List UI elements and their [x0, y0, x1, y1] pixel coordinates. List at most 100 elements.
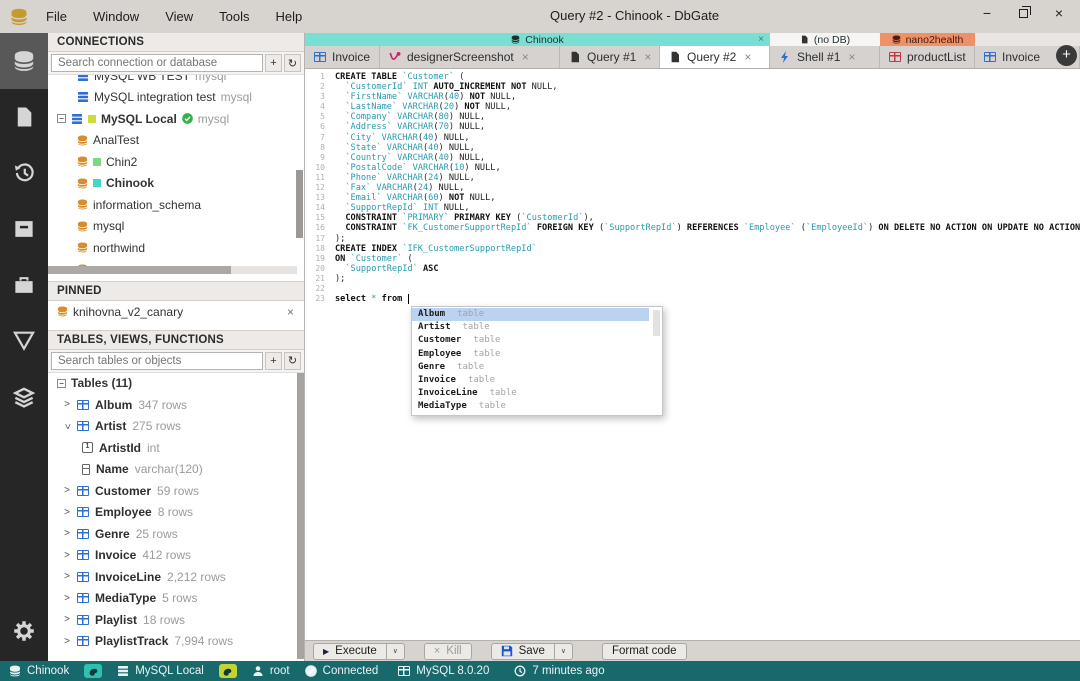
- table-icon: [984, 52, 996, 62]
- rail-connections-button[interactable]: [0, 33, 48, 89]
- execute-button[interactable]: ▶ Execute: [313, 642, 387, 660]
- database-cylinder-icon: [77, 156, 88, 167]
- sql-editor[interactable]: 1 CREATE TABLE `Customer` (2 `CustomerId`…: [305, 68, 1080, 640]
- chevron-down-icon[interactable]: >: [62, 422, 73, 430]
- table-row-invoiceline[interactable]: > InvoiceLine 2,212 rows: [48, 566, 304, 588]
- new-tab-button[interactable]: +: [1056, 45, 1077, 66]
- chevron-right-icon[interactable]: >: [63, 550, 71, 561]
- status-database[interactable]: Chinook: [9, 665, 69, 677]
- status-connection[interactable]: MySQL Local: [117, 665, 204, 677]
- table-row-artist[interactable]: > Artist 275 rows: [48, 416, 304, 438]
- chevron-right-icon[interactable]: >: [63, 636, 71, 647]
- autocomplete-item-artist[interactable]: Artist table: [412, 321, 649, 334]
- menu-help[interactable]: Help: [276, 9, 303, 24]
- database-item-analtest[interactable]: AnalTest: [48, 130, 304, 152]
- save-dropdown-button[interactable]: ∨: [554, 642, 573, 660]
- tab-shell-1[interactable]: Shell #1 ×: [770, 46, 880, 68]
- table-row-customer[interactable]: > Customer 59 rows: [48, 480, 304, 502]
- autocomplete-item-employee[interactable]: Employee table: [412, 348, 649, 361]
- connection-color-badge[interactable]: [218, 664, 237, 678]
- column-row-artistid[interactable]: ArtistId int: [48, 437, 304, 459]
- close-tab-icon[interactable]: ×: [848, 50, 855, 64]
- rail-settings-button[interactable]: [0, 603, 48, 659]
- tab-designerscreenshot[interactable]: designerScreenshot ×: [380, 46, 560, 68]
- database-cylinder-icon: [511, 35, 520, 44]
- chevron-right-icon[interactable]: >: [63, 593, 71, 604]
- format-code-button[interactable]: Format code: [601, 642, 687, 660]
- table-row-album[interactable]: > Album 347 rows: [48, 394, 304, 416]
- connections-search-input[interactable]: [51, 54, 263, 72]
- close-tab-icon[interactable]: ×: [644, 50, 651, 64]
- close-button[interactable]: ×: [1052, 5, 1066, 21]
- rail-plugins-button[interactable]: [0, 257, 48, 313]
- refresh-connections-button[interactable]: ↻: [284, 54, 301, 72]
- close-tab-icon[interactable]: ×: [522, 50, 529, 64]
- menu-window[interactable]: Window: [93, 9, 139, 24]
- close-group-icon[interactable]: ×: [758, 34, 764, 45]
- tables-root[interactable]: − Tables (11): [48, 373, 304, 395]
- execute-dropdown-button[interactable]: ∨: [386, 642, 405, 660]
- autocomplete-item-invoice[interactable]: Invoice table: [412, 374, 649, 387]
- chevron-right-icon[interactable]: >: [63, 507, 71, 518]
- menu-tools[interactable]: Tools: [219, 9, 249, 24]
- table-row-playlisttrack[interactable]: > PlaylistTrack 7,994 rows: [48, 631, 304, 653]
- rail-filter-button[interactable]: [0, 313, 48, 369]
- tab-query-1[interactable]: Query #1 ×: [560, 46, 660, 68]
- table-row-genre[interactable]: > Genre 25 rows: [48, 523, 304, 545]
- tab-query-2[interactable]: Query #2 ×: [660, 46, 770, 68]
- close-tab-icon[interactable]: ×: [744, 50, 751, 64]
- rail-layers-button[interactable]: [0, 369, 48, 425]
- menubar: File Window View Tools Help: [46, 9, 302, 24]
- tables-search-input[interactable]: [51, 351, 263, 370]
- rail-history-button[interactable]: [0, 145, 48, 201]
- horizontal-scrollbar[interactable]: [48, 266, 297, 274]
- database-color-badge[interactable]: [84, 664, 103, 678]
- minimize-button[interactable]: −: [980, 5, 994, 21]
- save-button[interactable]: Save: [490, 642, 555, 660]
- connection-item-mysql-local[interactable]: − MySQL Local mysql: [48, 108, 304, 130]
- chevron-right-icon[interactable]: >: [63, 485, 71, 496]
- archive-icon: [13, 218, 35, 240]
- database-item-mysql[interactable]: mysql: [48, 216, 304, 238]
- column-row-name[interactable]: Name varchar(120): [48, 459, 304, 481]
- table-row-employee[interactable]: > Employee 8 rows: [48, 502, 304, 524]
- database-item-chin2[interactable]: Chin2: [48, 151, 304, 173]
- tab-group-nodb[interactable]: (no DB): [770, 33, 880, 46]
- chevron-right-icon[interactable]: >: [63, 528, 71, 539]
- tab-invoice[interactable]: Invoice×: [305, 46, 380, 68]
- database-item-northwind[interactable]: northwind: [48, 237, 304, 259]
- chevron-right-icon[interactable]: >: [63, 614, 71, 625]
- database-item-information_schema[interactable]: information_schema: [48, 194, 304, 216]
- refresh-tables-button[interactable]: ↻: [284, 351, 301, 370]
- rail-files-button[interactable]: [0, 89, 48, 145]
- vertical-scrollbar[interactable]: [297, 372, 304, 659]
- add-connection-button[interactable]: +: [265, 54, 282, 72]
- chevron-right-icon[interactable]: >: [63, 571, 71, 582]
- menu-view[interactable]: View: [165, 9, 193, 24]
- add-table-button[interactable]: +: [265, 351, 282, 370]
- autocomplete-item-mediatype[interactable]: MediaType table: [412, 400, 649, 413]
- autocomplete-item-genre[interactable]: Genre table: [412, 361, 649, 374]
- table-row-invoice[interactable]: > Invoice 412 rows: [48, 545, 304, 567]
- kill-button[interactable]: × Kill: [423, 642, 472, 660]
- chevron-right-icon[interactable]: >: [63, 399, 71, 410]
- tab-group-chinook[interactable]: Chinook ×: [305, 33, 770, 46]
- collapse-icon[interactable]: −: [57, 378, 66, 388]
- autocomplete-item-invoiceline[interactable]: InvoiceLine table: [412, 387, 649, 400]
- connection-item[interactable]: MySQL WB TEST mysql: [48, 75, 304, 87]
- table-row-mediatype[interactable]: > MediaType 5 rows: [48, 588, 304, 610]
- unpin-close-icon[interactable]: ×: [287, 305, 294, 319]
- database-item-chinook[interactable]: Chinook: [48, 173, 304, 195]
- autocomplete-item-customer[interactable]: Customer table: [412, 334, 649, 347]
- menu-file[interactable]: File: [46, 9, 67, 24]
- collapse-icon[interactable]: −: [57, 114, 66, 124]
- maximize-button[interactable]: [1016, 5, 1031, 20]
- pinned-item[interactable]: knihovna_v2_canary ×: [48, 301, 304, 323]
- rail-archive-button[interactable]: [0, 201, 48, 257]
- tab-group-nano2health[interactable]: nano2health: [880, 33, 975, 46]
- autocomplete-item-album[interactable]: Album table: [412, 308, 649, 322]
- vertical-scrollbar[interactable]: [296, 170, 303, 238]
- tab-productlist[interactable]: productList×: [880, 46, 975, 68]
- connection-item[interactable]: MySQL integration test mysql: [48, 87, 304, 109]
- table-row-playlist[interactable]: > Playlist 18 rows: [48, 609, 304, 631]
